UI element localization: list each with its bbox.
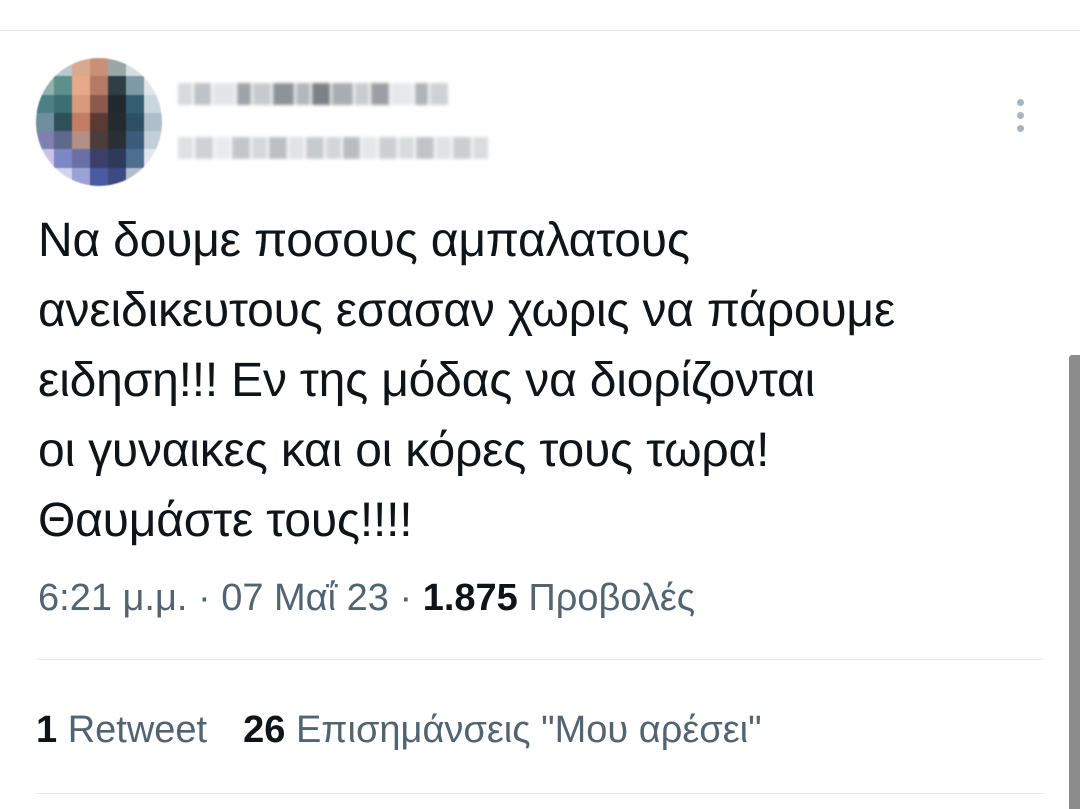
meta-separator: · [187, 577, 222, 619]
meta-separator: · [388, 577, 423, 619]
tweet-time[interactable]: 6:21 μ.μ. [38, 577, 187, 619]
scrollbar-thumb[interactable] [1069, 355, 1080, 809]
retweets-count: 1 [36, 709, 58, 751]
likes-count: 26 [243, 709, 286, 751]
tweet-detail-page: Να δουμε ποσους αμπαλατους ανειδικευτους… [0, 0, 1080, 809]
top-divider [0, 30, 1080, 31]
avatar[interactable] [36, 58, 162, 186]
views-count: 1.875 [422, 577, 518, 619]
tweet-date[interactable]: 07 Μαΐ 23 [221, 577, 389, 619]
engagement-stats: 1 Retweet 26 Επισημάνσεις "Μου αρέσει" [36, 704, 762, 756]
tweet-text: Να δουμε ποσους αμπαλατους ανειδικευτους… [38, 214, 896, 547]
more-vertical-icon[interactable] [1004, 92, 1036, 138]
stats-divider-bottom [36, 793, 1044, 794]
tweet-meta: 6:21 μ.μ. · 07 Μαΐ 23 · 1.875 Προβολές [38, 572, 695, 624]
author-display-name-blurred[interactable] [178, 72, 448, 116]
likes-stat[interactable]: 26 Επισημάνσεις "Μου αρέσει" [243, 709, 761, 751]
retweets-label: Retweet [67, 709, 208, 751]
author-handle-blurred[interactable] [178, 128, 489, 168]
stats-divider-top [36, 659, 1044, 660]
likes-label: Επισημάνσεις "Μου αρέσει" [295, 709, 762, 751]
views-label: Προβολές [528, 577, 696, 619]
retweets-stat[interactable]: 1 Retweet [36, 709, 207, 751]
